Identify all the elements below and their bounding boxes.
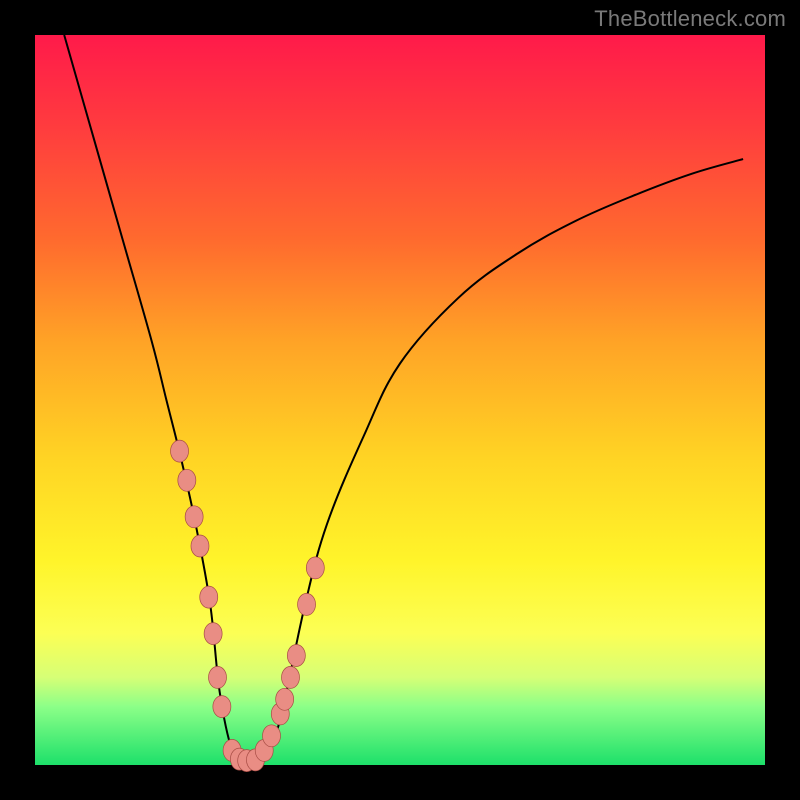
data-marker <box>200 586 218 608</box>
data-marker <box>178 469 196 491</box>
data-marker <box>171 440 189 462</box>
data-marker <box>282 666 300 688</box>
curve-svg <box>35 35 765 765</box>
data-marker <box>263 725 281 747</box>
bottleneck-curve <box>64 35 743 762</box>
data-marker <box>276 688 294 710</box>
data-marker <box>204 623 222 645</box>
data-marker <box>298 593 316 615</box>
data-marker <box>191 535 209 557</box>
data-marker <box>287 645 305 667</box>
data-marker <box>185 506 203 528</box>
data-marker <box>213 696 231 718</box>
chart-container: TheBottleneck.com <box>0 0 800 800</box>
data-marker <box>306 557 324 579</box>
marker-group <box>171 440 325 772</box>
data-marker <box>209 666 227 688</box>
plot-area <box>35 35 765 765</box>
watermark-text: TheBottleneck.com <box>594 6 786 32</box>
